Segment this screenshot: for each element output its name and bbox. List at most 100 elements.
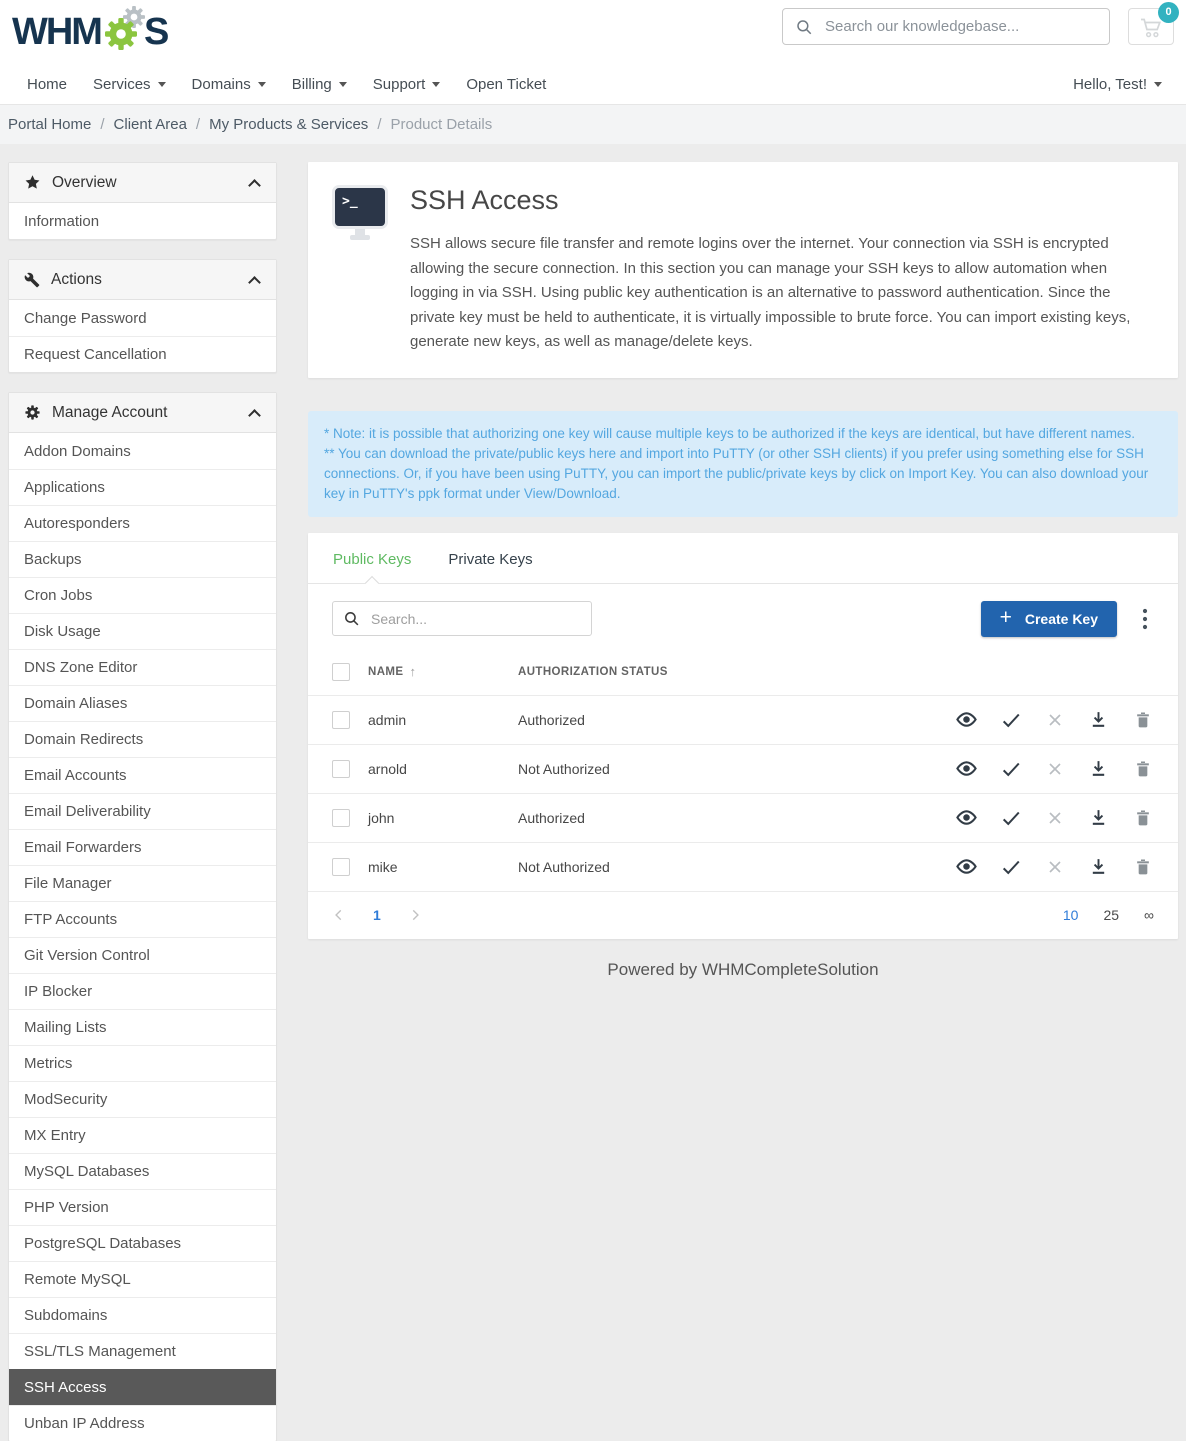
sidebar-item[interactable]: Git Version Control — [9, 937, 276, 973]
breadcrumb-item[interactable]: Product Details — [390, 116, 492, 133]
sidebar-item[interactable]: Email Deliverability — [9, 793, 276, 829]
sidebar-item[interactable]: Email Accounts — [9, 757, 276, 793]
nav-item[interactable]: Support — [360, 76, 454, 93]
select-all-checkbox[interactable] — [332, 663, 350, 681]
breadcrumb-item[interactable]: My Products & Services — [209, 116, 390, 133]
delete-key-button[interactable] — [1131, 757, 1154, 780]
kebab-menu-button[interactable] — [1136, 606, 1154, 632]
page-size-option[interactable]: ∞ — [1144, 907, 1154, 923]
sidebar-item[interactable]: PHP Version — [9, 1189, 276, 1225]
note-line-1: * Note: it is possible that authorizing … — [324, 424, 1162, 444]
sidebar-item[interactable]: Request Cancellation — [9, 336, 276, 372]
sidebar-item[interactable]: MX Entry — [9, 1117, 276, 1153]
row-checkbox[interactable] — [332, 711, 350, 729]
delete-key-button[interactable] — [1131, 855, 1154, 878]
nav-item[interactable]: Open Ticket — [453, 76, 559, 93]
row-checkbox[interactable] — [332, 809, 350, 827]
table-search-input[interactable] — [369, 610, 581, 628]
whmcs-logo[interactable]: WHM — [12, 7, 167, 57]
sidebar-item[interactable]: Mailing Lists — [9, 1009, 276, 1045]
delete-key-button[interactable] — [1131, 806, 1154, 829]
sidebar-item[interactable]: SSH Access — [9, 1369, 276, 1405]
sidebar-panel-overview-header[interactable]: Overview — [9, 163, 276, 203]
star-icon — [24, 174, 41, 191]
authorize-key-button[interactable] — [999, 708, 1022, 731]
key-status: Not Authorized — [518, 859, 955, 875]
cart-button[interactable]: 0 — [1128, 8, 1174, 45]
page-size-option[interactable]: 25 — [1103, 907, 1119, 923]
sidebar-item[interactable]: Addon Domains — [9, 433, 276, 469]
sidebar-item[interactable]: Remote MySQL — [9, 1261, 276, 1297]
sidebar-item[interactable]: Disk Usage — [9, 613, 276, 649]
sidebar-item[interactable]: Domain Redirects — [9, 721, 276, 757]
sidebar-item[interactable]: Change Password — [9, 300, 276, 336]
download-key-button[interactable] — [1087, 855, 1110, 878]
sidebar-item[interactable]: Email Forwarders — [9, 829, 276, 865]
sidebar-item[interactable]: Autoresponders — [9, 505, 276, 541]
eye-icon — [955, 806, 978, 829]
sidebar-item[interactable]: MySQL Databases — [9, 1153, 276, 1189]
sidebar-item[interactable]: Unban IP Address — [9, 1405, 276, 1441]
nav-item[interactable]: Services — [80, 76, 179, 93]
deauthorize-key-button[interactable] — [1043, 806, 1066, 829]
breadcrumb-item[interactable]: Portal Home — [8, 116, 114, 133]
column-name[interactable]: NAME — [368, 666, 403, 678]
sidebar-item[interactable]: FTP Accounts — [9, 901, 276, 937]
sidebar-item[interactable]: IP Blocker — [9, 973, 276, 1009]
page-size-options: 10 25 ∞ — [1063, 907, 1154, 923]
deauthorize-key-button[interactable] — [1043, 708, 1066, 731]
tab[interactable]: Private Keys — [448, 551, 532, 583]
account-menu[interactable]: Hello, Test! — [1073, 76, 1172, 93]
prev-page-button[interactable] — [332, 908, 346, 922]
nav-item[interactable]: Home — [14, 76, 80, 93]
download-key-button[interactable] — [1087, 757, 1110, 780]
knowledgebase-search-input[interactable] — [823, 17, 1097, 36]
current-page[interactable]: 1 — [373, 907, 381, 923]
next-page-button[interactable] — [408, 908, 422, 922]
row-checkbox[interactable] — [332, 760, 350, 778]
tab[interactable]: Public Keys — [333, 551, 411, 583]
account-menu-label: Hello, Test! — [1073, 76, 1147, 93]
column-authorization-status[interactable]: AUTHORIZATION STATUS — [518, 666, 1154, 678]
row-checkbox[interactable] — [332, 858, 350, 876]
sidebar-item[interactable]: File Manager — [9, 865, 276, 901]
sidebar-item[interactable]: ModSecurity — [9, 1081, 276, 1117]
view-key-button[interactable] — [955, 855, 978, 878]
deauthorize-key-button[interactable] — [1043, 757, 1066, 780]
sidebar-item[interactable]: Domain Aliases — [9, 685, 276, 721]
page-size-option[interactable]: 10 — [1063, 907, 1079, 923]
sidebar-item[interactable]: PostgreSQL Databases — [9, 1225, 276, 1261]
sidebar-item[interactable]: Backups — [9, 541, 276, 577]
main-nav: Home Services Domains Billing Support Op… — [0, 64, 1186, 104]
knowledgebase-search — [782, 8, 1110, 45]
nav-item[interactable]: Domains — [179, 76, 279, 93]
sidebar-item[interactable]: Applications — [9, 469, 276, 505]
sidebar-panel-manage-account-header[interactable]: Manage Account — [9, 393, 276, 433]
main-content: >_ SSH Access SSH allows secure file tra… — [308, 162, 1178, 1006]
sidebar-item[interactable]: Cron Jobs — [9, 577, 276, 613]
view-key-button[interactable] — [955, 757, 978, 780]
sidebar-panel-title: Manage Account — [52, 404, 167, 422]
sort-asc-icon[interactable]: ↑ — [409, 664, 416, 679]
breadcrumb-item[interactable]: Client Area — [114, 116, 210, 133]
search-icon — [795, 18, 813, 36]
sidebar-item[interactable]: Metrics — [9, 1045, 276, 1081]
sidebar-item[interactable]: DNS Zone Editor — [9, 649, 276, 685]
deauthorize-key-button[interactable] — [1043, 855, 1066, 878]
row-actions — [955, 757, 1154, 780]
download-key-button[interactable] — [1087, 806, 1110, 829]
view-key-button[interactable] — [955, 708, 978, 731]
create-key-button[interactable]: + Create Key — [981, 601, 1117, 637]
sidebar-item[interactable]: SSL/TLS Management — [9, 1333, 276, 1369]
sidebar-panel-actions-header[interactable]: Actions — [9, 260, 276, 300]
authorize-key-button[interactable] — [999, 855, 1022, 878]
sidebar-item[interactable]: Subdomains — [9, 1297, 276, 1333]
authorize-key-button[interactable] — [999, 806, 1022, 829]
nav-item[interactable]: Billing — [279, 76, 360, 93]
view-key-button[interactable] — [955, 806, 978, 829]
download-key-button[interactable] — [1087, 708, 1110, 731]
sidebar-item[interactable]: Information — [9, 203, 276, 239]
authorize-key-button[interactable] — [999, 757, 1022, 780]
delete-key-button[interactable] — [1131, 708, 1154, 731]
keys-toolbar: + Create Key — [308, 584, 1178, 637]
